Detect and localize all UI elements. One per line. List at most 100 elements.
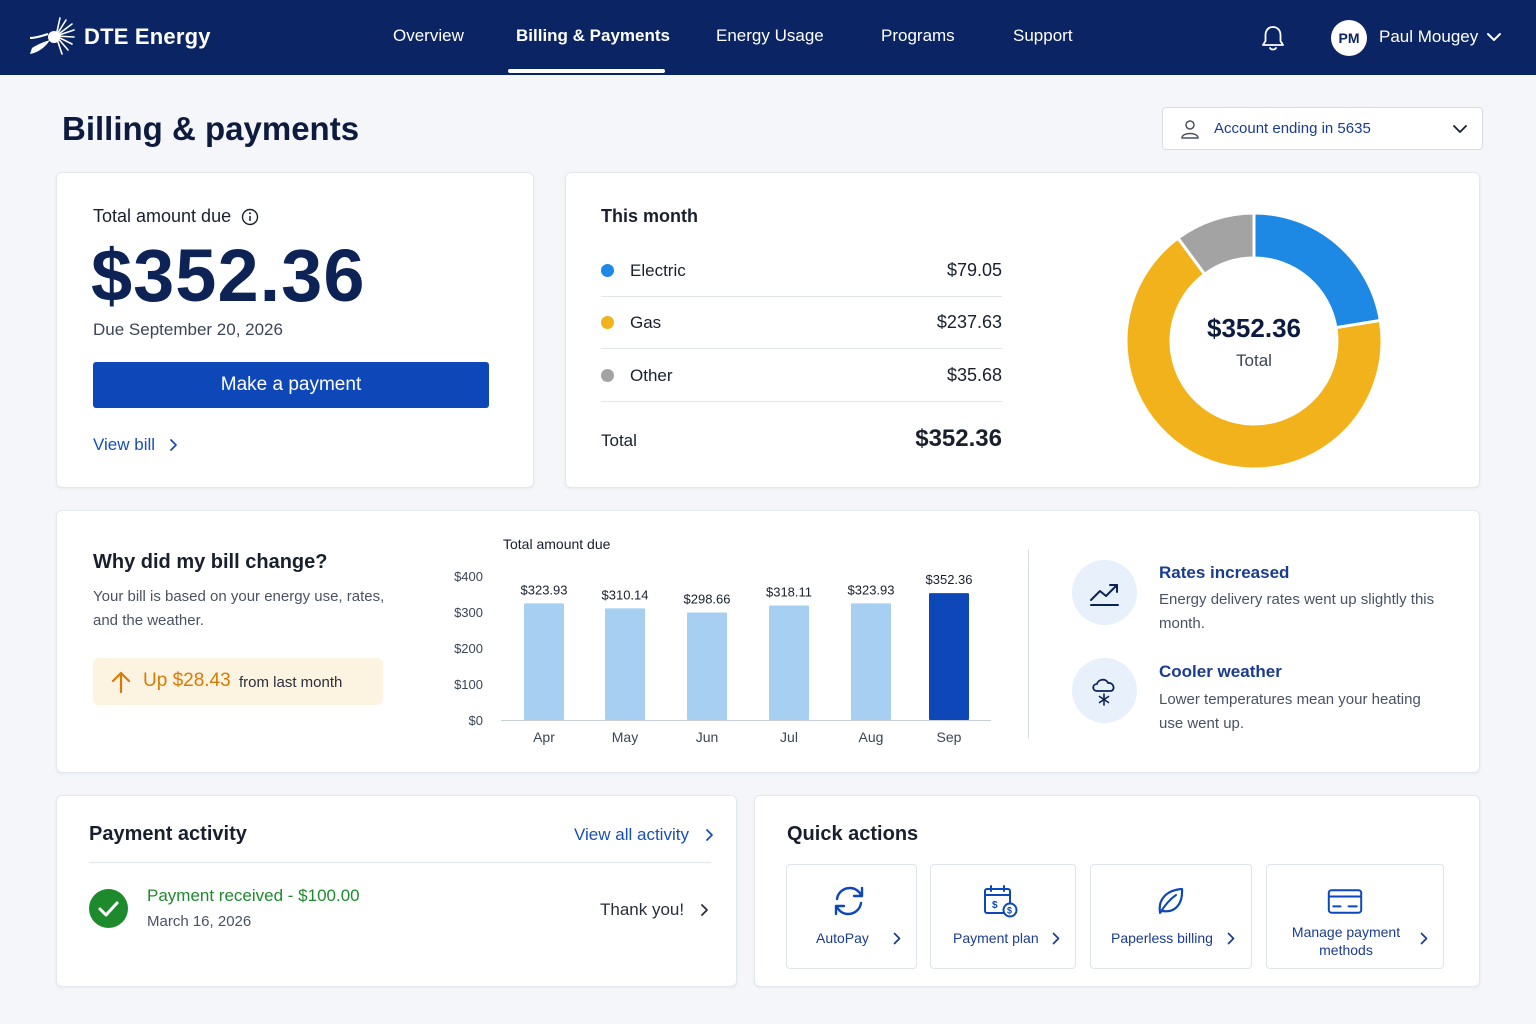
total-value: $352.36 <box>915 425 1002 452</box>
y-tick-label: $300 <box>454 605 483 620</box>
x-tick-label: Aug <box>859 729 884 745</box>
chevron-right-icon <box>701 904 709 916</box>
quick-action-autopay[interactable]: AutoPay <box>786 864 917 969</box>
y-tick-label: $400 <box>454 569 483 584</box>
gas-legend-dot <box>601 316 614 329</box>
nav-billing-payments[interactable]: Billing & Payments <box>516 26 670 46</box>
bill-change-amount: Up $28.43 <box>143 670 231 691</box>
reason-title-rates: Rates increased <box>1159 563 1290 582</box>
donut-center-amount: $352.36 <box>1207 313 1301 343</box>
breakdown-value: $35.68 <box>946 365 1002 385</box>
chevron-right-icon <box>1227 932 1235 945</box>
bar-jun[interactable] <box>687 612 727 720</box>
x-tick-label: Sep <box>937 729 962 745</box>
bar-sep[interactable] <box>929 593 969 720</box>
bar-value-label: $323.93 <box>848 582 895 597</box>
account-selector-label: Account ending in 5635 <box>1214 120 1371 137</box>
quick-action-label: Manage payment methods <box>1291 924 1401 958</box>
bill-change-title: Why did my bill change? <box>93 551 328 573</box>
view-bill-link[interactable]: View bill <box>93 435 178 455</box>
payment-plan-icon: $ $ <box>984 885 1018 918</box>
quick-actions-title: Quick actions <box>787 823 919 845</box>
quick-action-manage-payment-methods[interactable]: Manage payment methods <box>1266 864 1444 969</box>
quick-actions-card: Quick actions AutoPay $ $ Payment plan P… <box>754 795 1480 987</box>
chevron-right-icon <box>1052 932 1060 945</box>
bar-apr[interactable] <box>524 603 564 720</box>
activity-item-title: Payment received - $100.00 <box>147 886 360 905</box>
nav-programs[interactable]: Programs <box>881 26 955 46</box>
bar-aug[interactable] <box>851 603 891 720</box>
info-icon[interactable] <box>241 208 259 226</box>
donut-center-label: Total <box>1236 351 1272 370</box>
account-selector[interactable]: Account ending in 5635 <box>1162 107 1483 150</box>
make-payment-button[interactable]: Make a payment <box>93 362 489 408</box>
brand-name: DTE Energy <box>84 24 211 49</box>
user-name[interactable]: Paul Mougey <box>1379 27 1478 47</box>
page-title: Billing & payments <box>62 110 360 147</box>
x-tick-label: Apr <box>533 729 555 745</box>
chevron-right-icon <box>1420 932 1428 945</box>
dte-logo-icon <box>29 17 75 55</box>
leaf-icon <box>1158 887 1184 914</box>
amount-due-label-row: Total amount due <box>93 206 259 227</box>
brand-logo[interactable]: DTE Energy <box>26 16 211 58</box>
electric-legend-dot <box>601 264 614 277</box>
amount-due-value: $352.36 <box>91 234 366 317</box>
chart-title: Total amount due <box>503 536 611 552</box>
bar-value-label: $352.36 <box>926 572 973 587</box>
avatar[interactable]: PM <box>1331 20 1367 56</box>
breakdown-name: Gas <box>630 313 662 332</box>
due-date: Due September 20, 2026 <box>93 320 283 339</box>
trend-up-icon <box>1090 584 1119 606</box>
total-label: Total <box>601 431 637 450</box>
snow-cloud-icon <box>1092 678 1115 706</box>
y-tick-label: $200 <box>454 641 483 656</box>
trend-up-icon-badge <box>1072 560 1137 625</box>
nav-support[interactable]: Support <box>1013 26 1073 46</box>
bar-value-label: $323.93 <box>521 582 568 597</box>
this-month-title: This month <box>601 206 698 226</box>
breakdown-value: $237.63 <box>936 312 1002 332</box>
quick-action-label: Paperless billing <box>1111 930 1213 946</box>
chevron-down-icon[interactable] <box>1486 31 1502 43</box>
bill-change-description: Your bill is based on your energy use, r… <box>93 588 385 629</box>
bar-jul[interactable] <box>769 605 809 720</box>
bill-change-card: Why did my bill change? Your bill is bas… <box>56 510 1480 773</box>
reason-description-rates: Energy delivery rates went up slightly t… <box>1159 591 1435 632</box>
breakdown-name: Electric <box>630 261 686 280</box>
nav-energy-usage[interactable]: Energy Usage <box>716 26 824 46</box>
payment-activity-title: Payment activity <box>89 823 247 845</box>
quick-action-paperless-billing[interactable]: Paperless billing <box>1090 864 1252 969</box>
quick-action-payment-plan[interactable]: $ $ Payment plan <box>930 864 1076 969</box>
chevron-right-icon <box>893 932 901 945</box>
svg-text:$: $ <box>1007 906 1012 916</box>
bar-may[interactable] <box>605 608 645 720</box>
chevron-right-icon <box>706 829 713 841</box>
snow-cloud-icon-badge <box>1072 658 1137 723</box>
this-month-card: This month Electric $79.05 Gas $237.63 O… <box>565 172 1480 488</box>
breakdown-row-other: Other $35.68 <box>601 350 1002 402</box>
donut-slice-electric <box>1252 211 1383 330</box>
bar-value-label: $298.66 <box>684 591 731 606</box>
top-navigation: DTE Energy Overview Billing & Payments E… <box>0 0 1536 75</box>
quick-action-label: AutoPay <box>816 930 869 946</box>
arrow-up-icon <box>111 671 131 694</box>
amount-due-label: Total amount due <box>93 206 232 226</box>
activity-item-link[interactable]: Thank you! <box>600 900 709 920</box>
chevron-down-icon <box>1453 125 1467 133</box>
active-tab-indicator <box>508 69 665 73</box>
other-legend-dot <box>601 369 614 382</box>
person-icon <box>1181 120 1199 139</box>
activity-item-note: Thank you! <box>600 900 685 919</box>
amount-due-card: Total amount due $352.36 Due September 2… <box>56 172 534 488</box>
bell-icon[interactable] <box>1260 24 1286 52</box>
y-tick-label: $0 <box>469 713 483 728</box>
view-all-activity-link[interactable]: View all activity <box>574 825 714 845</box>
reason-description-weather: Lower temperatures mean your heating use… <box>1159 691 1421 732</box>
activity-divider <box>89 862 711 863</box>
nav-overview[interactable]: Overview <box>393 26 464 46</box>
check-circle-icon <box>89 889 128 928</box>
reason-title-weather: Cooler weather <box>1159 662 1282 681</box>
breakdown-row-gas: Gas $237.63 <box>601 297 1002 349</box>
y-tick-label: $100 <box>454 677 483 692</box>
